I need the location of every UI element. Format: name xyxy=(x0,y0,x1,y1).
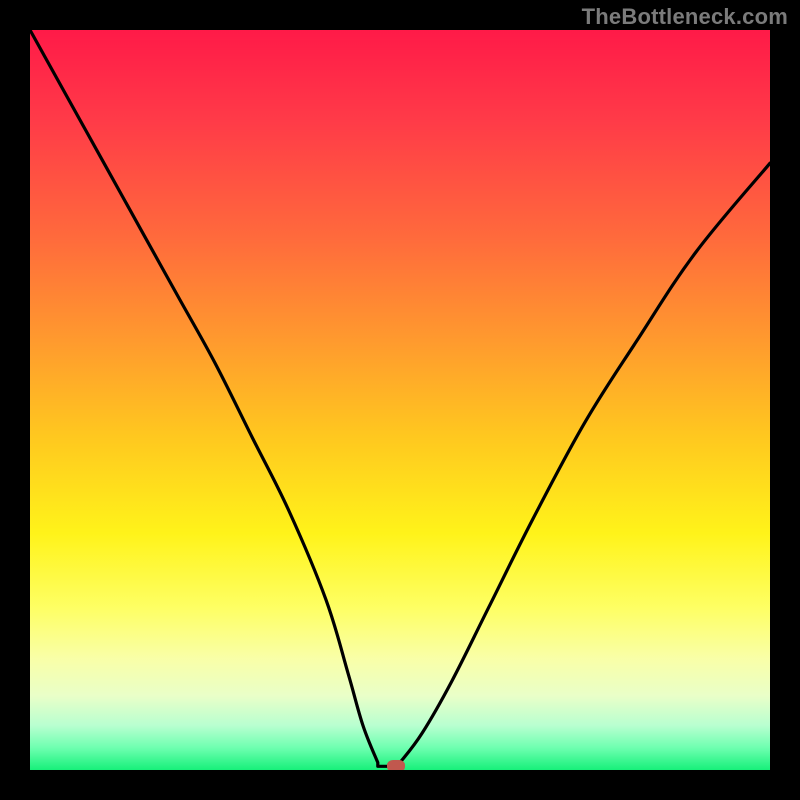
optimum-marker xyxy=(387,760,405,770)
plot-area xyxy=(30,30,770,770)
chart-frame: TheBottleneck.com xyxy=(0,0,800,800)
curve-path xyxy=(30,30,770,766)
bottleneck-curve xyxy=(30,30,770,770)
watermark-text: TheBottleneck.com xyxy=(582,4,788,30)
